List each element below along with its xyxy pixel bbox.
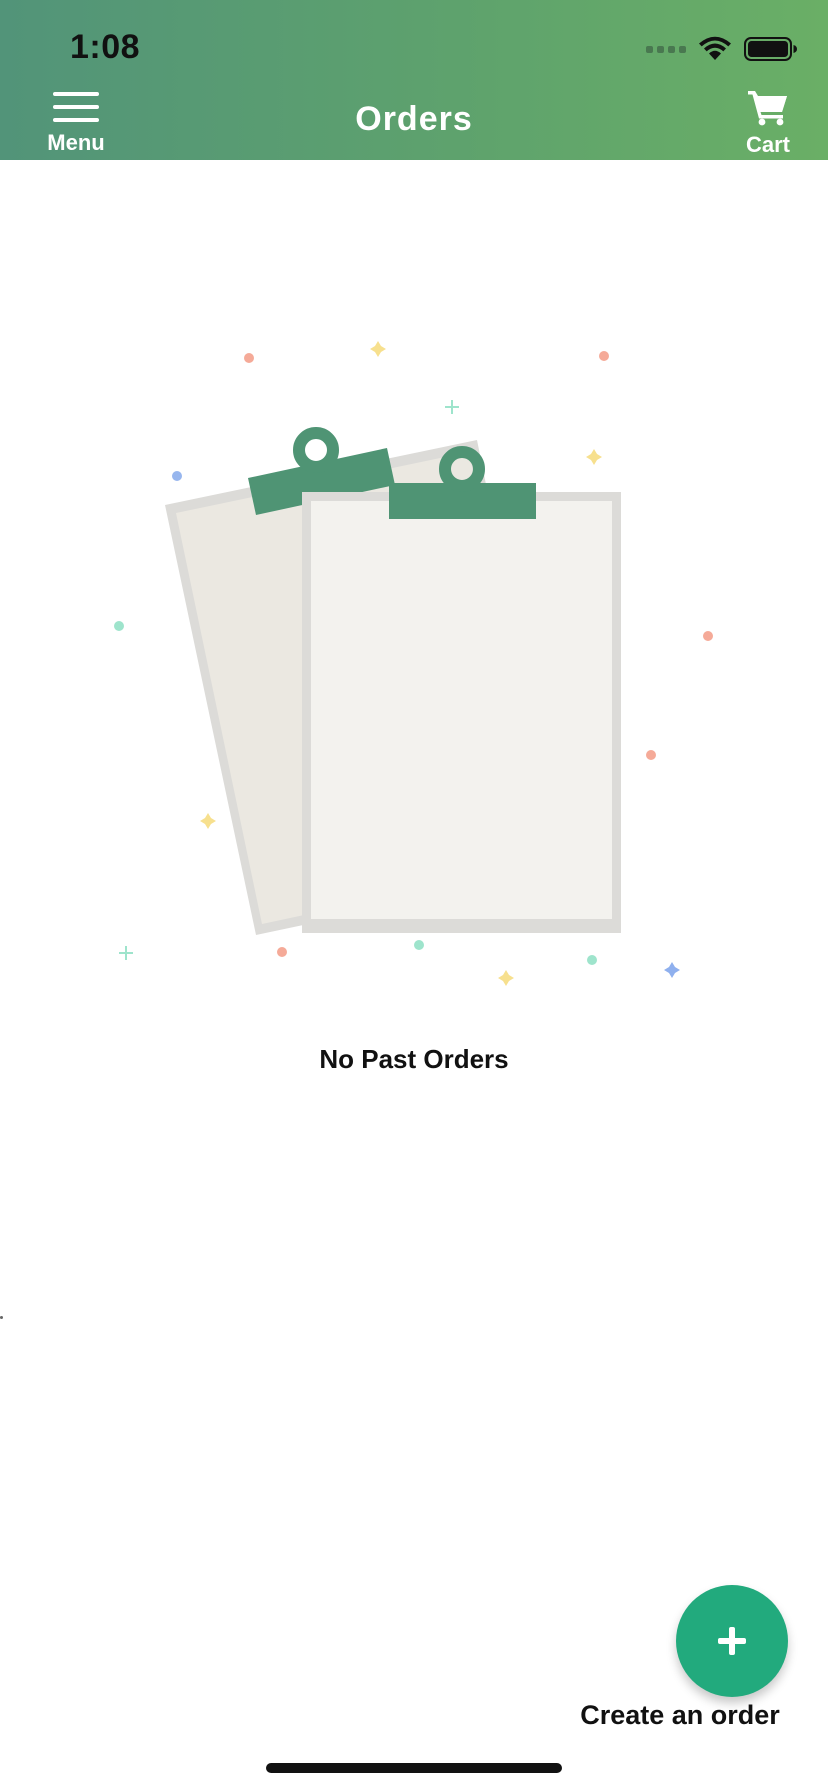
plus-icon bbox=[718, 1627, 746, 1655]
clipboards-illustration bbox=[114, 341, 713, 986]
edge-artifact bbox=[0, 1316, 3, 1319]
create-order-label[interactable]: Create an order bbox=[560, 1700, 800, 1731]
front-clipboard bbox=[302, 446, 621, 933]
create-order-button[interactable] bbox=[676, 1585, 788, 1697]
empty-state-message: No Past Orders bbox=[319, 1044, 509, 1074]
orders-screen: 1:08 Menu Orders Cart No Past Orders Cre… bbox=[0, 0, 828, 1792]
home-indicator[interactable] bbox=[266, 1763, 562, 1773]
